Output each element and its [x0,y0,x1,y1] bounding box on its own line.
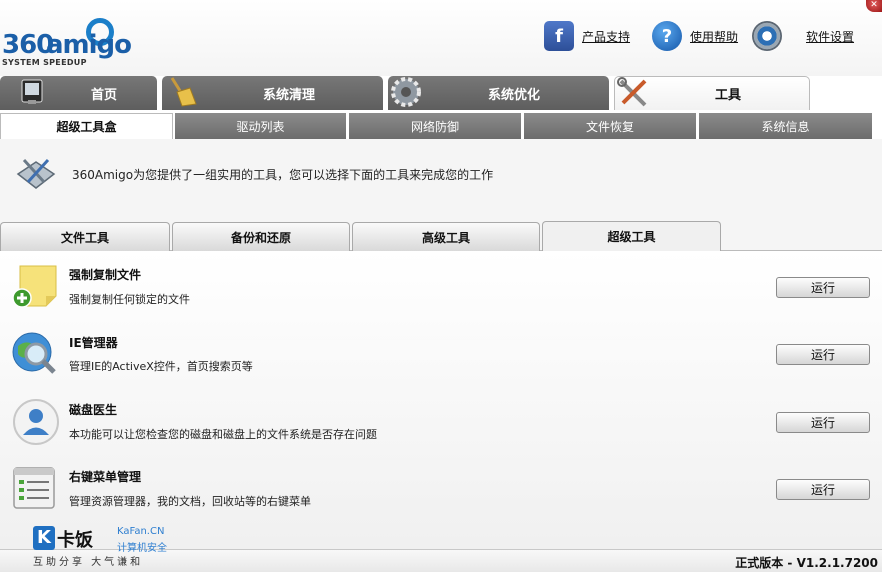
tooltab-advanced-tools[interactable]: 高级工具 [352,222,540,251]
subtab-system-info[interactable]: 系统信息 [699,113,872,139]
tool-title-ie-manager: IE管理器 [69,336,118,350]
logo-tagline: SYSTEM SPEEDUP [2,58,87,67]
toolbox-icon [16,158,56,189]
facebook-icon: f [544,21,574,51]
kafan-slogan: 互助分享 大气谦和 [33,557,144,568]
globe-search-icon [12,332,56,374]
product-support-label[interactable]: 产品支持 [582,28,630,45]
tab-home-label: 首页 [91,87,118,103]
intro-text: 360Amigo为您提供了一组实用的工具，您可以选择下面的工具来完成您的工作 [72,168,494,182]
tooltab-file-tools[interactable]: 文件工具 [0,222,170,251]
tab-system-clean-label: 系统清理 [263,87,316,103]
sticky-note-add-icon [12,265,57,308]
version-label: 正式版本 - V1.2.1.7200 [735,556,878,570]
tab-system-clean[interactable]: 系统清理 [162,76,383,110]
subtab-network-defense[interactable]: 网络防御 [349,113,521,139]
broom-icon [170,77,197,107]
subtab-driver-list[interactable]: 驱动列表 [175,113,346,139]
product-support-link[interactable]: f 产品支持 [544,20,630,52]
gear-icon [391,77,421,107]
tools-icon [617,77,647,107]
tool-desc-disk-doctor: 本功能可以让您检查您的磁盘和磁盘上的文件系统是否存在问题 [69,428,377,441]
settings-label[interactable]: 软件设置 [806,28,854,45]
tab-system-optimize-label: 系统优化 [488,87,541,103]
tool-title-force-copy: 强制复制文件 [69,268,142,282]
context-menu-list-icon [13,467,55,509]
monitor-icon [21,79,43,104]
main-tabs: 首页 系统清理 系统优化 工具 [0,76,882,110]
run-disk-doctor-button[interactable]: 运行 [776,412,870,433]
tab-home[interactable]: 首页 [0,76,157,110]
help-label[interactable]: 使用帮助 [690,28,738,45]
gear-icon [752,21,782,51]
tooltab-super-tools[interactable]: 超级工具 [542,221,721,251]
run-force-copy-button[interactable]: 运行 [776,277,870,298]
sub-tabs: 超级工具盒 驱动列表 网络防御 文件恢复 系统信息 [0,113,882,139]
logo-name: amigo [46,30,132,60]
tool-desc-force-copy: 强制复制任何锁定的文件 [69,293,190,306]
kafan-k-icon: K [33,526,55,550]
tool-title-disk-doctor: 磁盘医生 [69,403,118,417]
kafan-brand-name: 卡饭 [57,530,93,551]
user-avatar-icon [13,399,59,445]
subtab-file-recovery[interactable]: 文件恢复 [524,113,696,139]
settings-link[interactable]: 软件设置 [752,20,854,52]
tab-tools[interactable]: 工具 [614,76,810,110]
close-button[interactable]: ✕ [866,0,882,12]
run-ie-manager-button[interactable]: 运行 [776,344,870,365]
kafan-brand-en: KaFan.CN [117,526,165,537]
app-header: 360 amigo SYSTEM SPEEDUP f 产品支持 ? 使用帮助 软… [0,0,882,76]
tab-system-optimize[interactable]: 系统优化 [388,76,609,110]
subtab-super-toolbox[interactable]: 超级工具盒 [0,113,173,139]
tab-tools-label: 工具 [715,88,742,103]
tool-tabs: 文件工具 备份和还原 高级工具 超级工具 [0,221,882,251]
kafan-brand-cn: 计算机安全 [117,543,167,554]
tool-desc-ie-manager: 管理IE的ActiveX控件，首页搜索页等 [69,360,253,373]
run-context-menu-button[interactable]: 运行 [776,479,870,500]
tool-desc-context-menu: 管理资源管理器，我的文档，回收站等的右键菜单 [69,495,311,508]
app-logo: 360 amigo SYSTEM SPEEDUP [2,18,132,70]
kafan-logo: K 卡饭 KaFan.CN 计算机安全 [33,526,173,554]
tooltab-backup-restore[interactable]: 备份和还原 [172,222,350,251]
help-icon: ? [652,21,682,51]
help-link[interactable]: ? 使用帮助 [652,20,738,52]
tool-title-context-menu: 右键菜单管理 [69,470,142,484]
